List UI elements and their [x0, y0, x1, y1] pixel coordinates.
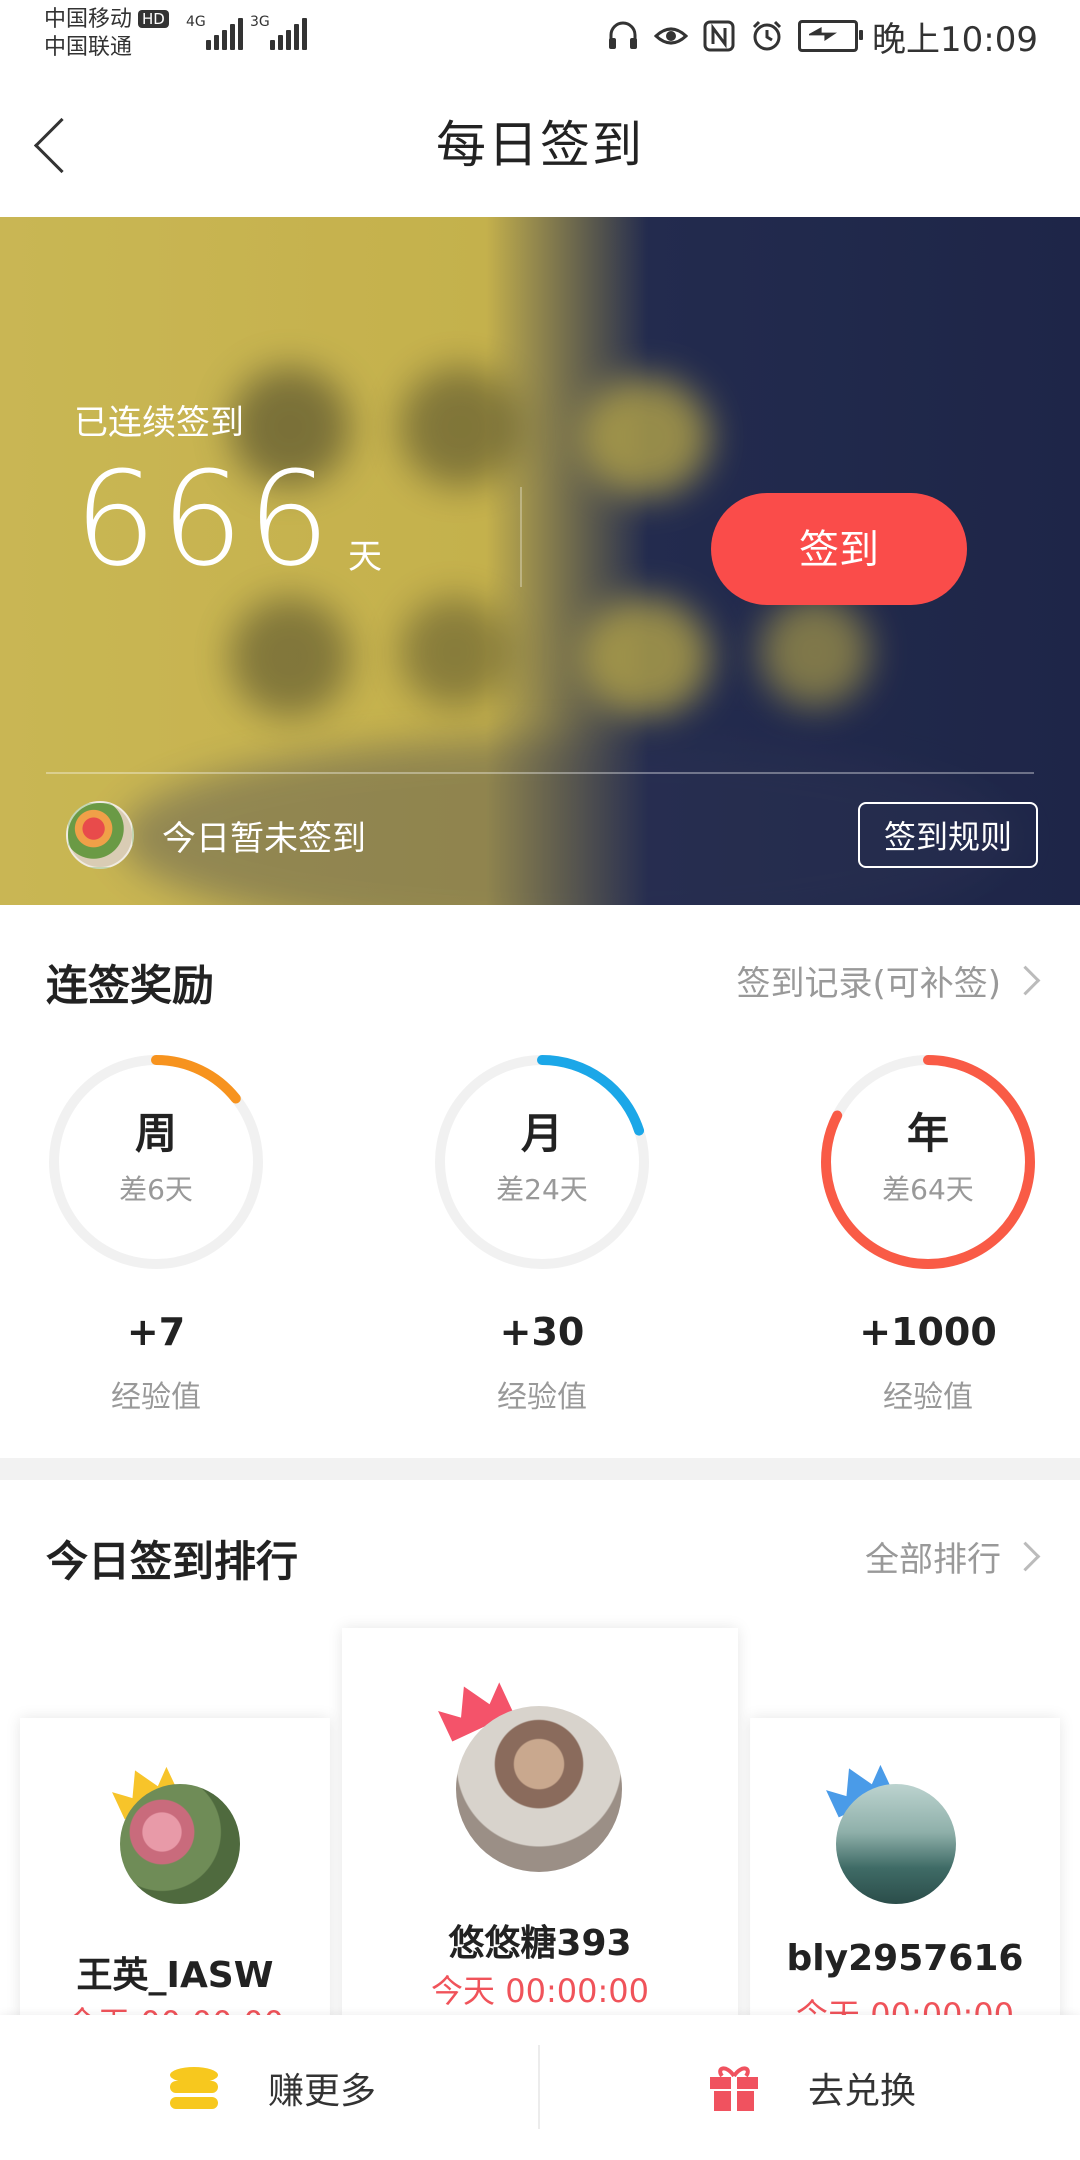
reward-remaining: 差6天	[119, 1173, 193, 1206]
all-ranking-label: 全部排行	[865, 1540, 1001, 1580]
today-status: 今日暂未签到	[162, 819, 366, 859]
reward-points: +7	[126, 1310, 186, 1354]
progress-ring-icon	[435, 1055, 649, 1269]
rank-card-3[interactable]: bly2957616 今天 00:00:00	[750, 1718, 1060, 2048]
bottom-divider	[538, 2045, 540, 2129]
rank-time-1: 今天 00:00:00	[431, 1972, 649, 2010]
nav-header: 每日签到	[0, 72, 1080, 217]
rank-avatar-1	[456, 1706, 622, 1872]
exchange-label: 去兑换	[808, 2070, 917, 2112]
gift-icon	[710, 2066, 758, 2111]
reward-ring-0: 周差6天	[44, 1050, 268, 1274]
reward-points: +30	[499, 1310, 585, 1354]
hd-badge: HD	[138, 10, 169, 28]
reward-period: 周	[134, 1109, 177, 1158]
rank-avatar-2	[120, 1784, 240, 1904]
alarm-icon	[752, 20, 782, 51]
rank-avatar-3	[836, 1784, 956, 1904]
carrier-1: 中国移动	[44, 7, 133, 32]
sign-in-button[interactable]: 签到	[711, 493, 967, 605]
rank-username-1: 悠悠糖393	[448, 1923, 632, 1964]
network-type-4g: 4G	[186, 14, 206, 30]
banner-divider	[520, 487, 522, 587]
battery-charging-icon	[798, 20, 864, 52]
status-bar: 中国移动 HD 中国联通 4G 3G 晚上10:09	[0, 0, 1080, 72]
user-avatar[interactable]	[66, 801, 134, 869]
page-title: 每日签到	[436, 116, 644, 174]
status-icons: 晚上10:09	[606, 14, 1038, 60]
carrier-2: 中国联通	[44, 35, 133, 60]
rank-username-2: 王英_IASW	[76, 1955, 274, 1996]
reward-remaining: 差64天	[882, 1173, 974, 1206]
rewards-title: 连签奖励	[46, 961, 215, 1010]
ranking-title: 今日签到排行	[46, 1537, 299, 1586]
bottom-action-bar: 赚更多 去兑换	[0, 2015, 1080, 2160]
rank-card-2[interactable]: 王英_IASW 今天 00:00:00	[20, 1718, 330, 2048]
reward-unit: 经验值	[883, 1380, 973, 1415]
rank-card-1[interactable]: 悠悠糖393 今天 00:00:00	[342, 1628, 738, 2028]
rank-username-3: bly2957616	[786, 1938, 1024, 1979]
reward-points: +1000	[859, 1310, 997, 1354]
reward-remaining: 差24天	[496, 1173, 588, 1206]
banner-separator	[46, 772, 1034, 774]
chevron-right-icon	[1010, 1541, 1041, 1572]
rules-button[interactable]: 签到规则	[858, 802, 1038, 868]
earn-more-label: 赚更多	[268, 2070, 377, 2112]
carrier-info: 中国移动 HD 中国联通	[44, 6, 169, 62]
all-ranking-link[interactable]: 全部排行	[865, 1532, 1041, 1581]
headphones-icon	[609, 21, 638, 49]
chevron-right-icon	[1010, 965, 1041, 996]
streak-unit: 天	[348, 537, 382, 577]
streak-label: 已连续签到	[74, 403, 244, 443]
exchange-button[interactable]: 去兑换	[708, 2015, 916, 2160]
reward-ring-2: 年差64天	[816, 1050, 1040, 1274]
reward-unit: 经验值	[497, 1380, 587, 1415]
sign-record-link[interactable]: 签到记录(可补签)	[736, 956, 1041, 1005]
coins-icon	[170, 2066, 218, 2109]
reward-ring-1: 月差24天	[430, 1050, 654, 1274]
sign-in-banner: 已连续签到 666 天 签到 今日暂未签到 签到规则	[0, 217, 1080, 905]
earn-more-button[interactable]: 赚更多	[168, 2015, 376, 2160]
reward-unit: 经验值	[111, 1380, 201, 1415]
reward-period: 年	[906, 1109, 949, 1158]
progress-ring-icon	[49, 1055, 263, 1269]
network-type-3g: 3G	[250, 14, 270, 30]
reward-period: 月	[520, 1109, 563, 1158]
clock: 晚上10:09	[872, 19, 1038, 60]
eye-icon	[654, 27, 689, 45]
streak-days: 666	[74, 443, 335, 595]
section-gap	[0, 1458, 1080, 1480]
sign-record-label: 签到记录(可补签)	[736, 964, 1001, 1004]
progress-ring-icon	[821, 1055, 1035, 1269]
nfc-icon	[703, 20, 735, 52]
